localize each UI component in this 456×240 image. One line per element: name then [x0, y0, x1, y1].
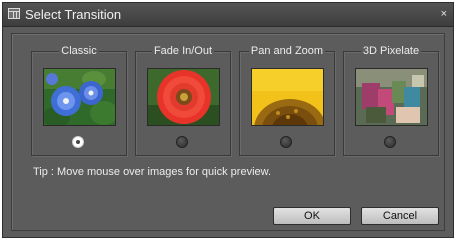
preview-image-pan-zoom[interactable] [251, 68, 324, 126]
preview-image-classic[interactable] [43, 68, 116, 126]
window-title: Select Transition [25, 7, 122, 22]
title-bar: Select Transition × [3, 3, 453, 27]
preview-image-fade[interactable] [147, 68, 220, 126]
window-icon [8, 8, 20, 19]
ok-button[interactable]: OK [273, 207, 351, 225]
transition-label-3d-pixelate: 3D Pixelate [360, 45, 422, 57]
cancel-button[interactable]: Cancel [361, 207, 439, 225]
transition-option-3d-pixelate: 3D Pixelate [343, 45, 439, 156]
close-icon[interactable]: × [441, 8, 447, 20]
transition-label-classic: Classic [59, 45, 99, 57]
transition-option-classic: Classic [31, 45, 127, 156]
tip-text: Tip : Move mouse over images for quick p… [33, 166, 272, 178]
transition-radio-pan-zoom[interactable] [280, 136, 292, 148]
transition-radio-3d-pixelate[interactable] [384, 136, 396, 148]
select-transition-dialog: Select Transition × Classic Fade In/Out … [2, 2, 454, 238]
preview-image-3d-pixelate[interactable] [355, 68, 428, 126]
transition-radio-classic[interactable] [72, 136, 84, 148]
transition-label-pan-zoom: Pan and Zoom [248, 45, 326, 57]
transition-option-pan-zoom: Pan and Zoom [239, 45, 335, 156]
transition-option-fade: Fade In/Out [135, 45, 231, 156]
transition-radio-fade[interactable] [176, 136, 188, 148]
transition-label-fade: Fade In/Out [151, 45, 215, 57]
